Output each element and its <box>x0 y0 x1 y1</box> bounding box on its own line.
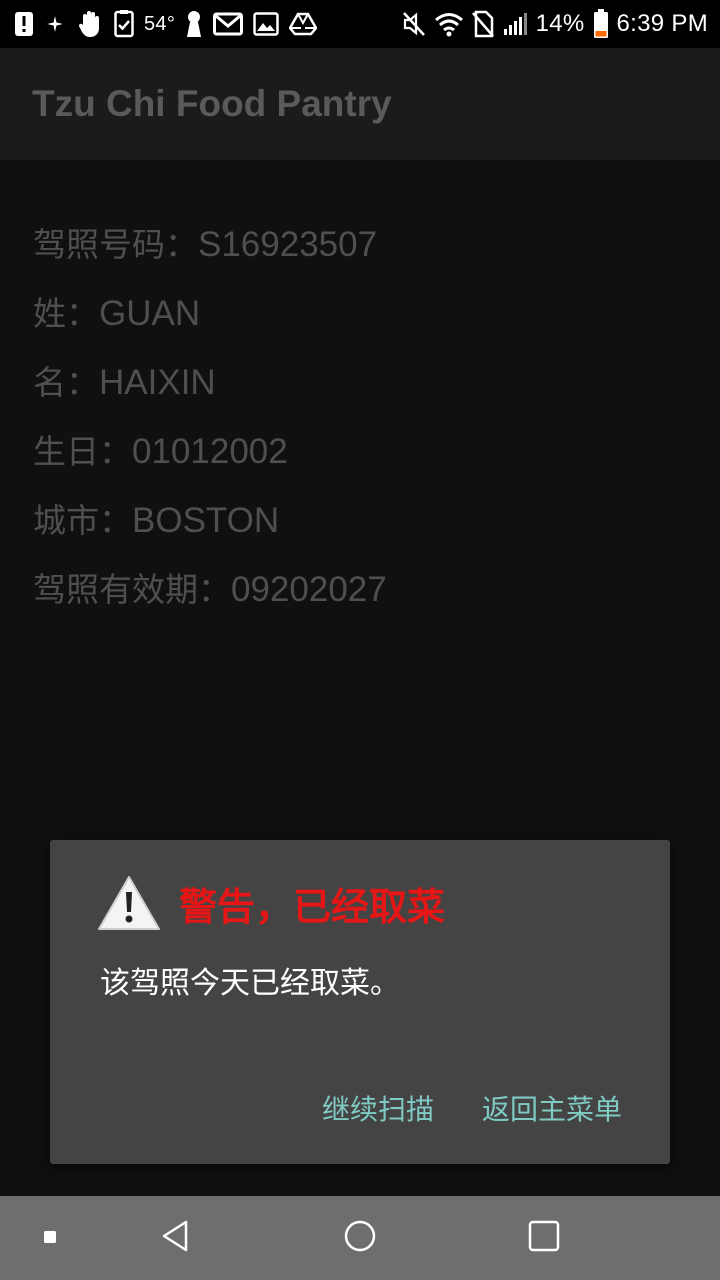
screen: 54° 14% 6:39 PM Tzu Chi Food Pantry 驾照号码… <box>0 0 720 1280</box>
license-number-row: 驾照号码：S16923507 <box>33 218 377 266</box>
mute-icon <box>402 11 426 37</box>
status-bar-right: 14% 6:39 PM <box>402 9 720 39</box>
city-label: 城市： <box>33 501 132 540</box>
dialog-title: 警告，已经取菜 <box>179 884 446 929</box>
last-name-value: GUAN <box>99 294 201 333</box>
license-number-label: 驾照号码： <box>33 225 198 264</box>
back-button[interactable] <box>145 1196 205 1280</box>
recents-icon <box>527 1219 561 1257</box>
status-bar: 54° 14% 6:39 PM <box>0 0 720 48</box>
dialog-header: 警告，已经取菜 <box>97 874 445 932</box>
recents-button[interactable] <box>514 1196 574 1280</box>
signal-icon <box>502 11 528 37</box>
license-expiry-label: 驾照有效期： <box>33 570 231 609</box>
warning-icon <box>97 874 161 932</box>
first-name-label: 名： <box>33 363 99 402</box>
status-bar-left: 54° <box>0 9 318 39</box>
dialog-message: 该驾照今天已经取菜。 <box>100 966 400 1001</box>
hand-icon <box>76 9 104 39</box>
nav-bar <box>0 1196 720 1280</box>
clipboard-icon <box>114 10 134 38</box>
first-name-value: HAIXIN <box>99 363 216 402</box>
last-name-row: 姓：GUAN <box>33 287 200 335</box>
keyhole-icon <box>185 10 203 38</box>
birthday-row: 生日：01012002 <box>33 425 288 473</box>
temperature-text: 54° <box>144 12 176 35</box>
continue-scan-button[interactable]: 继续扫描 <box>322 1088 434 1128</box>
home-icon <box>343 1219 377 1257</box>
birthday-value: 01012002 <box>132 432 288 471</box>
battery-icon <box>593 9 609 39</box>
sparkle-icon <box>44 13 66 35</box>
license-expiry-value: 09202027 <box>231 570 387 609</box>
last-name-label: 姓： <box>33 294 99 333</box>
clock-text: 6:39 PM <box>616 10 708 37</box>
home-button[interactable] <box>330 1196 390 1280</box>
back-icon <box>160 1219 190 1257</box>
wifi-icon <box>434 11 464 37</box>
app-bar: Tzu Chi Food Pantry <box>0 48 720 160</box>
license-number-value: S16923507 <box>198 225 378 264</box>
birthday-label: 生日： <box>33 432 132 471</box>
warning-dialog: 警告，已经取菜 该驾照今天已经取菜。 继续扫描 返回主菜单 <box>50 840 670 1164</box>
app-title: Tzu Chi Food Pantry <box>32 83 392 124</box>
license-expiry-row: 驾照有效期：09202027 <box>33 563 387 611</box>
battery-percent-text: 14% <box>535 10 585 37</box>
menu-dot-icon <box>43 1229 57 1248</box>
drive-icon <box>289 12 318 36</box>
gmail-icon <box>213 12 244 36</box>
first-name-row: 名：HAIXIN <box>33 356 216 404</box>
alert-icon <box>14 11 34 37</box>
city-row: 城市：BOSTON <box>33 494 279 542</box>
city-value: BOSTON <box>132 501 280 540</box>
menu-dot-button[interactable] <box>30 1196 70 1280</box>
back-to-main-menu-button[interactable]: 返回主菜单 <box>482 1088 622 1128</box>
image-icon <box>253 12 279 36</box>
no-sim-icon <box>471 10 494 38</box>
